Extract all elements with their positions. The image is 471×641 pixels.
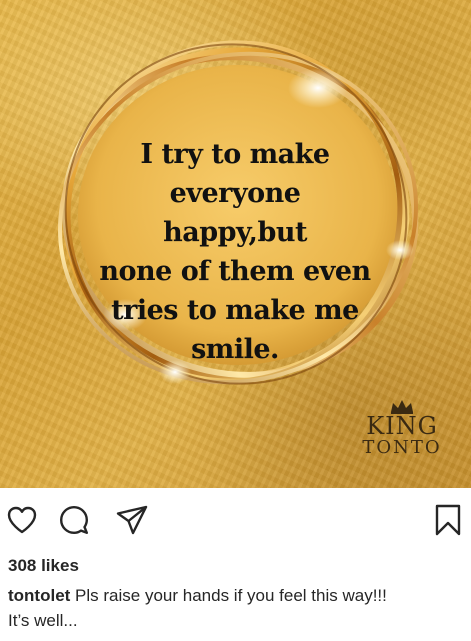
comment-icon	[60, 506, 88, 534]
send-icon	[116, 505, 148, 535]
action-bar	[0, 500, 471, 540]
bookmark-icon	[435, 504, 461, 536]
save-button[interactable]	[428, 500, 468, 540]
comment-button[interactable]	[54, 500, 94, 540]
brand-line-tonto: TONTO	[362, 437, 442, 458]
share-button[interactable]	[112, 500, 152, 540]
brand-logo: KING TONTO	[352, 398, 452, 458]
caption-username[interactable]: tontolet	[8, 586, 70, 605]
likes-count[interactable]: 308 likes	[8, 556, 79, 576]
brand-line-king: KING	[366, 412, 438, 440]
quote-text: I try to make everyone happy,but none of…	[99, 139, 371, 365]
caption-text: Pls raise your hands if you feel this wa…	[70, 586, 387, 605]
like-button[interactable]	[2, 500, 42, 540]
caption-more[interactable]: It’s well...	[8, 611, 78, 630]
caption: tontolet Pls raise your hands if you fee…	[8, 583, 463, 633]
heart-icon	[7, 506, 37, 534]
post-image[interactable]: I try to make everyone happy,but none of…	[0, 0, 471, 488]
